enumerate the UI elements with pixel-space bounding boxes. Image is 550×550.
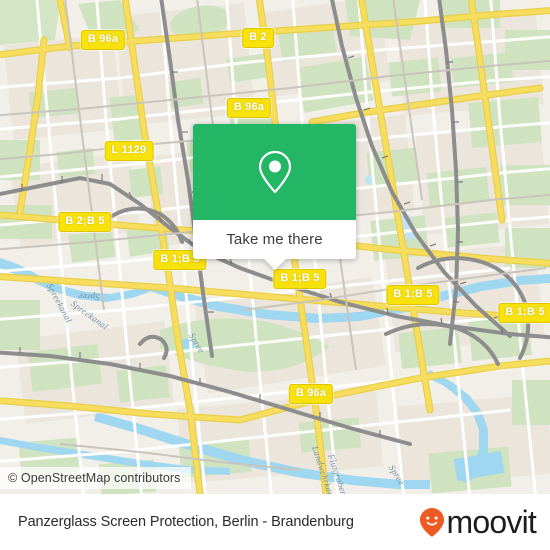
moovit-wordmark: moovit	[446, 504, 537, 540]
footer-bar: Panzerglass Screen Protection, Berlin - …	[0, 494, 550, 550]
water-label: Spree	[77, 291, 100, 303]
road-shield: B 96a	[226, 98, 272, 118]
road-shield: B 2	[242, 28, 274, 48]
callout-header	[193, 124, 356, 220]
road-shield: B 1;B 5	[498, 303, 550, 323]
place-title: Panzerglass Screen Protection, Berlin - …	[18, 514, 354, 530]
callout-tail-pointer	[263, 259, 286, 270]
road-shield: B 96a	[80, 30, 126, 50]
road-shield: B 1;B 5	[273, 269, 327, 289]
road-shield: B 96a	[288, 384, 334, 404]
osm-attribution[interactable]: © OpenStreetMap contributors	[0, 467, 191, 489]
location-callout-card[interactable]: Take me there	[193, 124, 356, 270]
map-pin-icon	[258, 150, 291, 194]
map-canvas[interactable]: Spreekanal Spree Spreekanal Spree Landwe…	[0, 0, 550, 494]
road-shield: B 1;B 5	[386, 285, 440, 305]
moovit-smiley-pin-icon	[419, 508, 444, 537]
map-screenshot-page: Spreekanal Spree Spreekanal Spree Landwe…	[0, 0, 550, 550]
moovit-brand[interactable]: moovit	[419, 504, 537, 540]
road-shield: B 2;B 5	[58, 212, 112, 232]
callout-action[interactable]: Take me there	[193, 220, 356, 259]
take-me-there-label: Take me there	[226, 231, 323, 248]
road-shield: L 1129	[104, 141, 154, 161]
